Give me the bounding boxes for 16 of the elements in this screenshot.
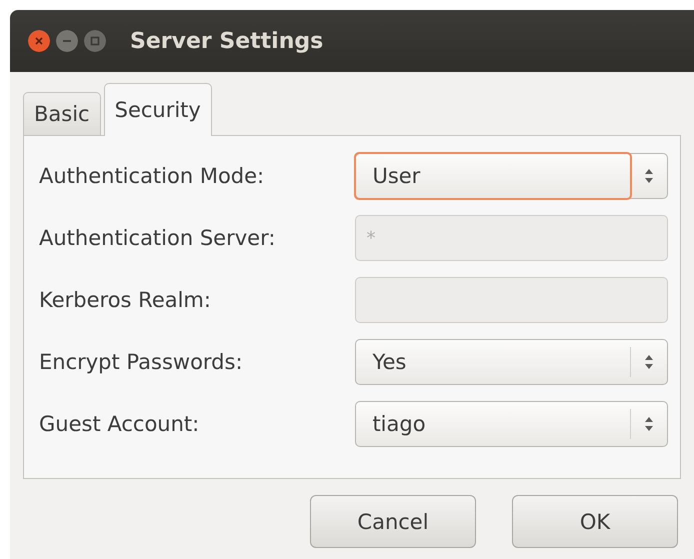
dropdown[interactable]: User xyxy=(355,153,668,199)
field-label: Kerberos Realm: xyxy=(39,288,212,312)
field-label: Encrypt Passwords: xyxy=(39,350,244,374)
field-label: Authentication Server: xyxy=(39,226,276,250)
dropdown[interactable]: tiago xyxy=(355,401,668,447)
close-icon[interactable] xyxy=(28,30,50,52)
dropdown[interactable]: Yes xyxy=(355,339,668,385)
field-label: Guest Account: xyxy=(39,412,200,436)
dialog-button[interactable]: OK xyxy=(512,495,678,548)
field-label: Authentication Mode: xyxy=(39,164,266,188)
minimize-icon[interactable] xyxy=(56,30,78,52)
window-title: Server Settings xyxy=(130,28,324,54)
tab[interactable]: Basic xyxy=(23,92,101,135)
maximize-icon[interactable] xyxy=(84,30,106,52)
tab[interactable]: Security xyxy=(104,83,212,136)
dialog-button[interactable]: Cancel xyxy=(310,495,476,548)
